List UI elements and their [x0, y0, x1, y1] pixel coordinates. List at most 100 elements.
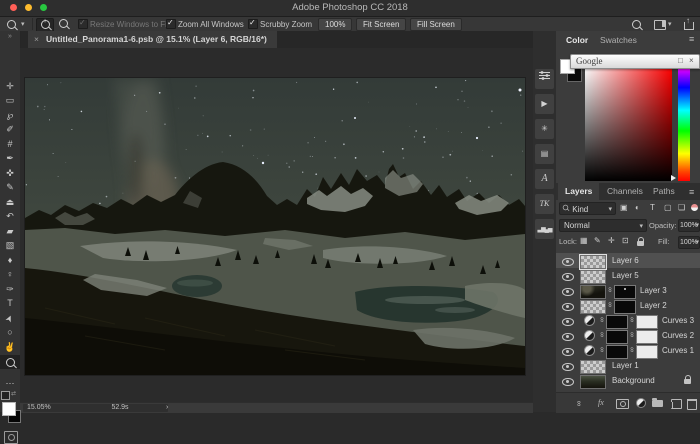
vector-mask-thumbnail[interactable] — [636, 330, 658, 344]
toolbar-collapse-icon[interactable]: » — [0, 33, 20, 40]
blend-mode-select[interactable]: Normal — [559, 219, 647, 232]
lock-transparency-icon[interactable]: ▦ — [580, 236, 588, 245]
mask-link-icon[interactable]: ∞ — [606, 287, 613, 292]
zoom-level-field[interactable]: 15.05% — [23, 404, 73, 412]
zoom-100-button[interactable]: 100% — [318, 18, 352, 31]
layer-row-layer1[interactable]: Layer 1 — [556, 358, 700, 373]
mask-link-icon[interactable]: ∞ — [598, 317, 605, 322]
tool-preset-chevron-icon[interactable] — [21, 19, 25, 28]
foreground-color-swatch[interactable] — [2, 402, 16, 416]
layer-mask-thumbnail[interactable] — [614, 300, 636, 314]
layer-thumbnail[interactable] — [580, 255, 606, 269]
history-brush-tool[interactable]: ↶ — [0, 210, 20, 224]
layer-row-layer3[interactable]: ∞ Layer 3 — [556, 283, 700, 298]
vector-mask-thumbnail[interactable] — [636, 315, 658, 329]
layer-row-layer5[interactable]: Layer 5 — [556, 268, 700, 283]
visibility-eye-icon[interactable] — [562, 318, 574, 327]
delete-layer-icon[interactable] — [687, 399, 697, 410]
tab-color[interactable]: Color — [566, 35, 588, 45]
eyedropper-tool[interactable]: ✒ — [0, 152, 20, 166]
workspace-switcher-icon[interactable] — [654, 20, 666, 30]
brush-settings-panel-icon[interactable] — [535, 69, 554, 89]
new-adjustment-layer-icon[interactable] — [636, 398, 646, 408]
curves-adjustment-icon[interactable] — [584, 345, 595, 356]
workspace-chevron-icon[interactable] — [668, 19, 672, 28]
layer-mask-thumbnail[interactable] — [606, 330, 628, 344]
spot-healing-brush-tool[interactable]: ✜ — [0, 167, 20, 181]
curves-adjustment-icon[interactable] — [584, 330, 595, 341]
new-group-icon[interactable] — [652, 400, 663, 407]
move-tool[interactable]: ✛ — [0, 80, 20, 94]
share-icon[interactable] — [684, 22, 694, 30]
clone-stamp-tool[interactable]: ⏏ — [0, 196, 20, 210]
rectangular-marquee-tool[interactable]: ▭ — [0, 94, 20, 108]
search-icon[interactable] — [632, 20, 641, 31]
resize-windows-checkbox[interactable] — [78, 19, 88, 29]
layer-thumbnail[interactable] — [580, 375, 606, 389]
blur-tool[interactable]: ♦ — [0, 254, 20, 268]
lock-image-icon[interactable]: ✎ — [594, 236, 601, 245]
dodge-tool[interactable]: ♀ — [0, 268, 20, 282]
zoom-out-button[interactable]: − — [55, 18, 71, 31]
scrubby-zoom-checkbox[interactable] — [248, 19, 258, 29]
layer-mask-thumbnail[interactable] — [606, 345, 628, 359]
eraser-tool[interactable]: ▰ — [0, 225, 20, 239]
layer-row-curves1[interactable]: ∞ ∞ Curves 1 — [556, 343, 700, 358]
document-tab[interactable]: × Untitled_Panorama1-6.psb @ 15.1% (Laye… — [28, 31, 277, 48]
document-image[interactable] — [25, 78, 525, 375]
mask-link-icon[interactable]: ∞ — [606, 302, 613, 307]
color-saturation-field[interactable] — [585, 67, 672, 181]
lock-artboard-icon[interactable]: ⊡ — [622, 236, 629, 245]
quick-mask-icon[interactable] — [4, 431, 18, 444]
layer-row-curves2[interactable]: ∞ ∞ Curves 2 — [556, 328, 700, 343]
filter-smart-object-icon[interactable]: ❏ — [678, 203, 685, 212]
zoom-tool-options-icon[interactable] — [7, 20, 16, 31]
actions-panel-icon[interactable]: ▶ — [535, 94, 554, 114]
tk-actions-panel-icon[interactable]: TK — [535, 194, 554, 214]
mask-link-icon[interactable]: ∞ — [628, 347, 635, 352]
visibility-eye-icon[interactable] — [562, 348, 574, 357]
quick-selection-tool[interactable]: ✐ — [0, 123, 20, 137]
hand-tool[interactable]: ✌ — [0, 341, 20, 355]
libraries-panel-icon[interactable]: ▤ — [535, 144, 554, 164]
add-mask-icon[interactable] — [616, 399, 629, 409]
filter-kind-select[interactable]: Kind — [559, 202, 616, 215]
mask-link-icon[interactable]: ∞ — [628, 332, 635, 337]
layer-row-layer2[interactable]: ∞ Layer 2 — [556, 298, 700, 313]
filter-type-icon[interactable]: T — [650, 203, 655, 212]
google-minimize-icon[interactable]: □ — [678, 56, 683, 65]
tk-a-module-panel-icon[interactable]: A — [535, 169, 554, 189]
layer-thumbnail[interactable] — [580, 270, 606, 284]
tab-layers[interactable]: Layers — [558, 183, 599, 200]
mask-link-icon[interactable]: ∞ — [598, 332, 605, 337]
google-close-icon[interactable]: × — [689, 56, 694, 65]
lasso-tool[interactable]: ℘ — [0, 109, 20, 123]
crop-tool[interactable]: # — [0, 138, 20, 152]
hue-slider-pointer[interactable] — [671, 175, 676, 181]
gradient-tool[interactable]: ▧ — [0, 239, 20, 253]
filter-adjustment-icon[interactable]: ◐ — [635, 203, 640, 212]
layer-style-fx-icon[interactable]: fx — [598, 398, 604, 407]
zoom-all-windows-checkbox[interactable] — [166, 19, 176, 29]
visibility-eye-icon[interactable] — [562, 258, 574, 267]
histogram-panel-icon[interactable]: ▃▆▄▅ — [535, 219, 554, 239]
filter-pixel-icon[interactable]: ▣ — [620, 203, 628, 212]
opacity-select[interactable]: 100% — [678, 219, 700, 232]
fit-screen-button[interactable]: Fit Screen — [356, 18, 406, 31]
visibility-eye-icon[interactable] — [562, 363, 574, 372]
brush-tool[interactable]: ✎ — [0, 181, 20, 195]
panel-menu-icon[interactable]: ≡ — [689, 187, 694, 197]
google-window[interactable]: Google □ × — [570, 54, 700, 69]
edit-toolbar-icon[interactable]: ⋯ — [0, 377, 20, 391]
layer-row-layer6[interactable]: Layer 6 — [556, 253, 700, 268]
fill-select[interactable]: 100% — [678, 236, 700, 249]
layer-row-curves3[interactable]: ∞ ∞ Curves 3 — [556, 313, 700, 328]
mask-link-icon[interactable]: ∞ — [628, 317, 635, 322]
visibility-eye-icon[interactable] — [562, 288, 574, 297]
layer-mask-thumbnail[interactable] — [614, 285, 636, 299]
visibility-eye-icon[interactable] — [562, 378, 574, 387]
tab-close-icon[interactable]: × — [34, 31, 39, 48]
ellipse-tool[interactable]: ○ — [0, 326, 20, 340]
link-layers-icon[interactable]: ∞ — [574, 401, 583, 407]
panel-menu-icon[interactable]: ≡ — [689, 34, 694, 44]
